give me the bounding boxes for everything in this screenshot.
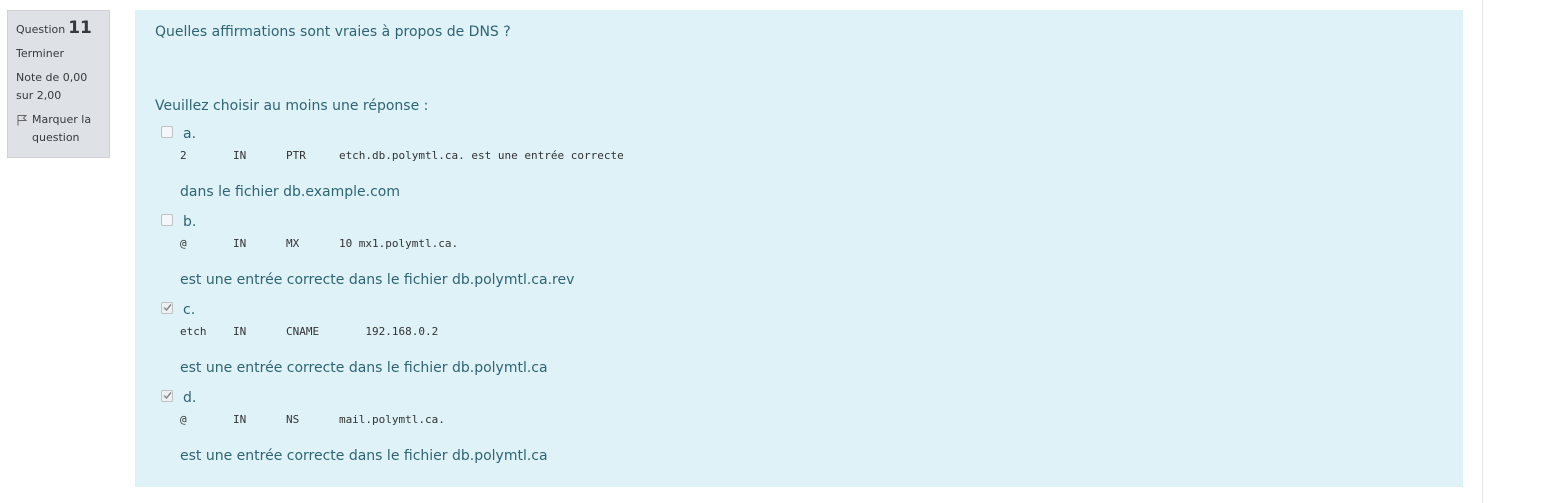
question-info-panel: Question 11 Terminer Note de 0,00 sur 2,0… xyxy=(7,10,110,158)
question-label: Question xyxy=(16,23,66,36)
answer-letter: c. xyxy=(183,302,196,318)
flag-icon xyxy=(16,114,28,126)
flag-label: Marquer la question xyxy=(32,113,92,144)
question-text: Quelles affirmations sont vraies à propo… xyxy=(155,24,511,40)
answer-description: est une entrée correcte dans le fichier … xyxy=(180,272,575,288)
grade-line-1: Note de 0,00 xyxy=(16,71,88,84)
answer-description: est une entrée correcte dans le fichier … xyxy=(180,360,548,376)
question-state: Terminer xyxy=(16,47,64,60)
answer-description: est une entrée correcte dans le fichier … xyxy=(180,448,548,464)
question-number-value: 11 xyxy=(68,18,92,38)
answer-letter: a. xyxy=(183,126,197,142)
answer-checkbox[interactable] xyxy=(161,214,173,226)
answer-letter: b. xyxy=(183,214,197,230)
page-divider xyxy=(1482,0,1483,503)
question-grade: Note de 0,00 sur 2,00 xyxy=(16,69,101,105)
answer-code: etch IN CNAME 192.168.0.2 xyxy=(180,325,439,338)
answer-checkbox[interactable] xyxy=(161,390,173,402)
answer-code: 2 IN PTR etch.db.polymtl.ca. est une ent… xyxy=(180,149,624,162)
answer-checkbox[interactable] xyxy=(161,126,173,138)
question-number: Question 11 xyxy=(16,19,101,39)
grade-line-2: sur 2,00 xyxy=(16,89,62,102)
answer-letter: d. xyxy=(183,390,197,406)
answer-checkbox[interactable] xyxy=(161,302,173,314)
answer-prompt: Veuillez choisir au moins une réponse : xyxy=(155,98,429,114)
flag-question-link[interactable]: Marquer la question xyxy=(16,111,101,147)
answer-code: @ IN NS mail.polymtl.ca. xyxy=(180,413,445,426)
answer-description: dans le fichier db.example.com xyxy=(180,184,400,200)
checkmark-icon xyxy=(163,304,172,312)
checkmark-icon xyxy=(163,392,172,400)
question-content: Quelles affirmations sont vraies à propo… xyxy=(135,10,1463,487)
answer-code: @ IN MX 10 mx1.polymtl.ca. xyxy=(180,237,459,250)
